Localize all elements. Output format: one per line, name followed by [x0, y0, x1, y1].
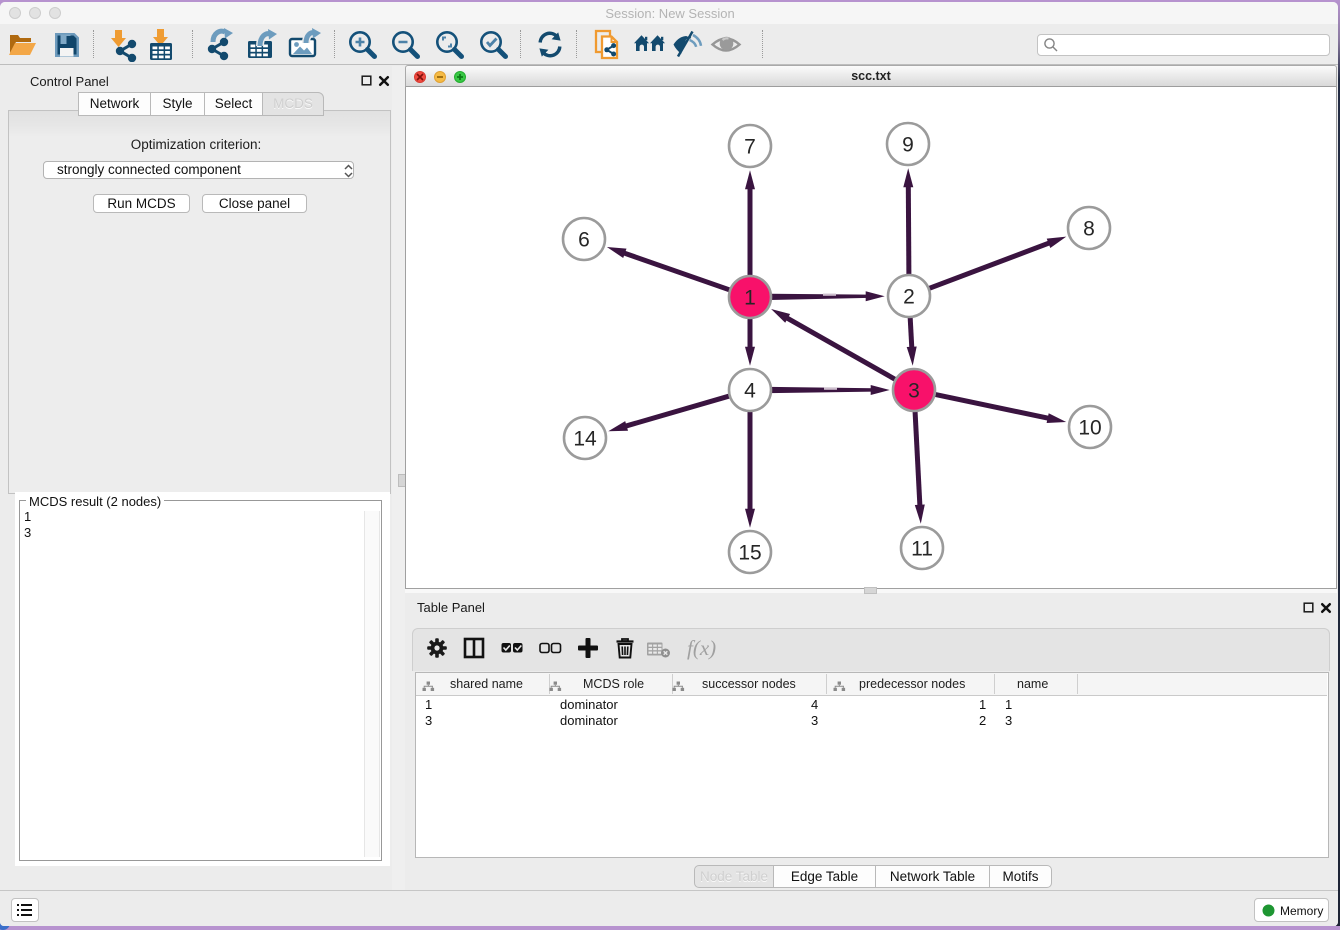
svg-text:10: 10 — [1078, 417, 1101, 440]
svg-text:3: 3 — [908, 380, 920, 403]
svg-text:15: 15 — [738, 542, 761, 565]
svg-text:11: 11 — [911, 538, 933, 561]
svg-text:4: 4 — [744, 380, 756, 403]
svg-text:9: 9 — [902, 134, 914, 157]
svg-text:1: 1 — [744, 287, 756, 310]
svg-text:7: 7 — [744, 136, 756, 159]
svg-text:2: 2 — [903, 286, 915, 309]
svg-text:6: 6 — [578, 229, 590, 252]
svg-text:14: 14 — [573, 428, 597, 451]
svg-text:8: 8 — [1083, 218, 1095, 241]
